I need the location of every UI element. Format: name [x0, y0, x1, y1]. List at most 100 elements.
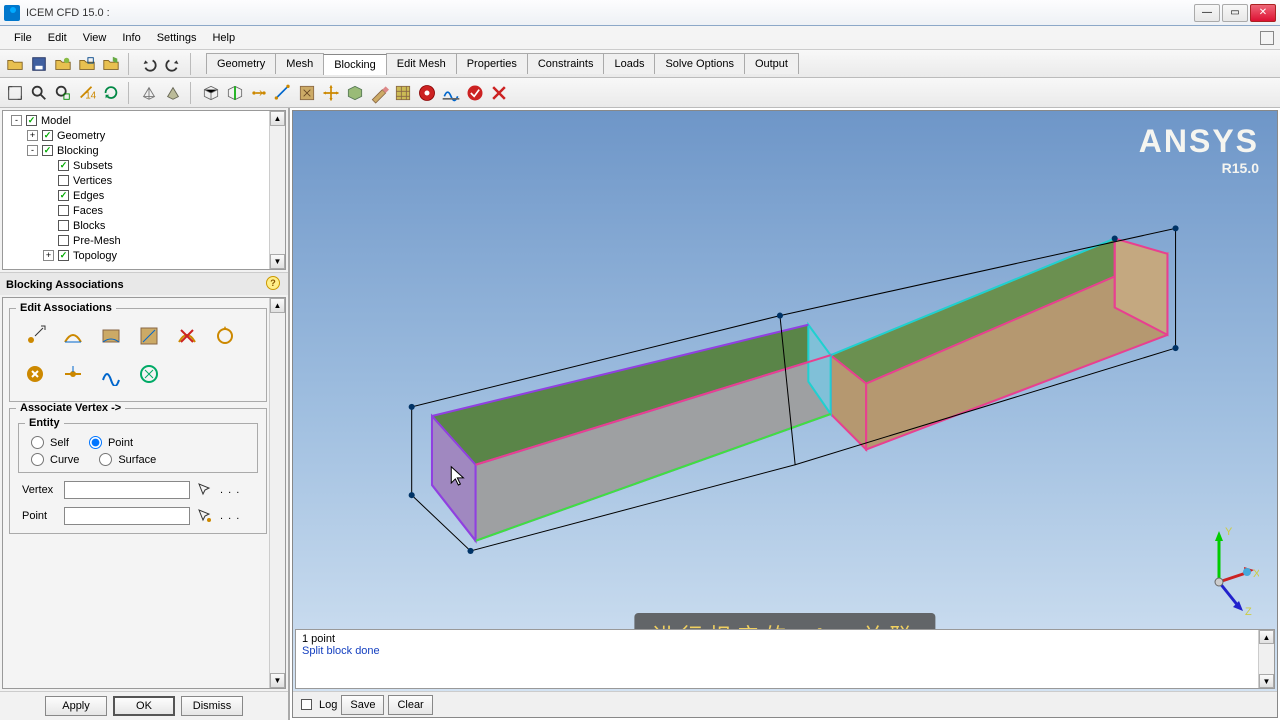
merge-vertex-icon[interactable] [248, 82, 270, 104]
tree-item[interactable]: -Blocking [3, 143, 285, 158]
redo-icon[interactable] [162, 53, 184, 75]
menu-info[interactable]: Info [114, 29, 148, 47]
tab-edit-mesh[interactable]: Edit Mesh [386, 53, 457, 74]
associate-icon[interactable] [296, 82, 318, 104]
tree-item[interactable]: +Topology [3, 248, 285, 263]
minimize-button[interactable]: — [1194, 4, 1220, 22]
undo-icon[interactable] [138, 53, 160, 75]
scroll-up-icon[interactable]: ▲ [1259, 630, 1274, 644]
tree-scrollbar[interactable]: ▲ ▼ [269, 111, 285, 269]
tree-checkbox[interactable] [42, 130, 53, 141]
axis-triad[interactable]: Y X Z [1189, 517, 1259, 607]
menu-help[interactable]: Help [204, 29, 243, 47]
close-button[interactable]: ✕ [1250, 4, 1276, 22]
solid-icon[interactable] [162, 82, 184, 104]
update-assoc-icon[interactable] [208, 319, 242, 353]
tree-checkbox[interactable] [58, 220, 69, 231]
refresh-icon[interactable] [100, 82, 122, 104]
viewport-3d[interactable]: ANSYS R15.0 [292, 110, 1278, 718]
tree-expander-icon[interactable]: - [27, 145, 38, 156]
restore-layout-icon[interactable] [1260, 31, 1274, 45]
tree-checkbox[interactable] [58, 175, 69, 186]
vertex-more-icon[interactable]: . . . [220, 484, 240, 496]
panel-scrollbar[interactable]: ▲ ▼ [269, 298, 285, 688]
tree-checkbox[interactable] [58, 160, 69, 171]
console-output[interactable]: 1 point Split block done ▲ ▼ [295, 629, 1275, 689]
tree-item[interactable]: Subsets [3, 158, 285, 173]
tree-item[interactable]: Edges [3, 188, 285, 203]
radio-point[interactable] [89, 436, 102, 449]
tab-constraints[interactable]: Constraints [527, 53, 605, 74]
menu-view[interactable]: View [75, 29, 115, 47]
pick-vertex-icon[interactable] [196, 481, 214, 499]
premesh-params-icon[interactable] [392, 82, 414, 104]
menu-settings[interactable]: Settings [149, 29, 205, 47]
transform-block-icon[interactable] [344, 82, 366, 104]
assoc-face-icon[interactable] [94, 319, 128, 353]
edit-edge-icon[interactable] [272, 82, 294, 104]
assoc-vertex-icon[interactable] [18, 319, 52, 353]
point-more-icon[interactable]: . . . [220, 510, 240, 522]
tab-properties[interactable]: Properties [456, 53, 528, 74]
premesh-smooth-icon[interactable] [440, 82, 462, 104]
save-icon[interactable] [28, 53, 50, 75]
tree-expander-icon[interactable]: + [43, 250, 54, 261]
pick-point-icon[interactable] [196, 507, 214, 525]
menu-file[interactable]: File [6, 29, 40, 47]
log-checkbox[interactable] [301, 699, 312, 710]
fit-view-icon[interactable] [4, 82, 26, 104]
tab-solve-options[interactable]: Solve Options [654, 53, 744, 74]
model-tree[interactable]: -Model+Geometry-BlockingSubsetsVerticesE… [2, 110, 286, 270]
edit-block-icon[interactable] [368, 82, 390, 104]
tree-checkbox[interactable] [26, 115, 37, 126]
tree-expander-icon[interactable]: - [11, 115, 22, 126]
premesh-quality-icon[interactable] [416, 82, 438, 104]
split-block-icon[interactable] [224, 82, 246, 104]
console-scrollbar[interactable]: ▲ ▼ [1258, 630, 1274, 688]
tree-checkbox[interactable] [58, 235, 69, 246]
tree-item[interactable]: +Geometry [3, 128, 285, 143]
tab-geometry[interactable]: Geometry [206, 53, 276, 74]
open-icon[interactable] [4, 53, 26, 75]
help-icon[interactable]: ? [266, 276, 280, 290]
assoc-face-surf-icon[interactable] [132, 319, 166, 353]
wireframe-icon[interactable] [138, 82, 160, 104]
maximize-button[interactable]: ▭ [1222, 4, 1248, 22]
scroll-down-icon[interactable]: ▼ [1259, 674, 1274, 688]
tree-item[interactable]: Vertices [3, 173, 285, 188]
vertex-input[interactable] [64, 481, 190, 499]
move-vertex-icon[interactable] [320, 82, 342, 104]
tree-item[interactable]: Faces [3, 203, 285, 218]
ok-button[interactable]: OK [113, 696, 175, 716]
tab-mesh[interactable]: Mesh [275, 53, 324, 74]
radio-surface[interactable] [99, 453, 112, 466]
radio-self[interactable] [31, 436, 44, 449]
assoc-edge-icon[interactable] [56, 319, 90, 353]
geometry-open-icon[interactable] [52, 53, 74, 75]
tab-output[interactable]: Output [744, 53, 799, 74]
tree-checkbox[interactable] [58, 250, 69, 261]
radio-curve[interactable] [31, 453, 44, 466]
point-input[interactable] [64, 507, 190, 525]
zoom-icon[interactable] [28, 82, 50, 104]
menu-edit[interactable]: Edit [40, 29, 75, 47]
tree-item[interactable]: -Model [3, 113, 285, 128]
auto-assoc-icon[interactable] [132, 357, 166, 391]
tree-item[interactable]: Blocks [3, 218, 285, 233]
mesh-open-icon[interactable] [76, 53, 98, 75]
create-block-icon[interactable] [200, 82, 222, 104]
tab-blocking[interactable]: Blocking [323, 54, 387, 75]
snap-project-icon[interactable] [56, 357, 90, 391]
save-log-button[interactable]: Save [341, 695, 384, 715]
block-open-icon[interactable] [100, 53, 122, 75]
tab-loads[interactable]: Loads [603, 53, 655, 74]
scroll-down-icon[interactable]: ▼ [270, 673, 285, 688]
clear-log-button[interactable]: Clear [388, 695, 432, 715]
tree-checkbox[interactable] [42, 145, 53, 156]
scroll-up-icon[interactable]: ▲ [270, 298, 285, 313]
delete-block-icon[interactable] [488, 82, 510, 104]
group-curve-icon[interactable] [94, 357, 128, 391]
tree-item[interactable]: Pre-Mesh [3, 233, 285, 248]
tree-checkbox[interactable] [58, 205, 69, 216]
apply-button[interactable]: Apply [45, 696, 107, 716]
